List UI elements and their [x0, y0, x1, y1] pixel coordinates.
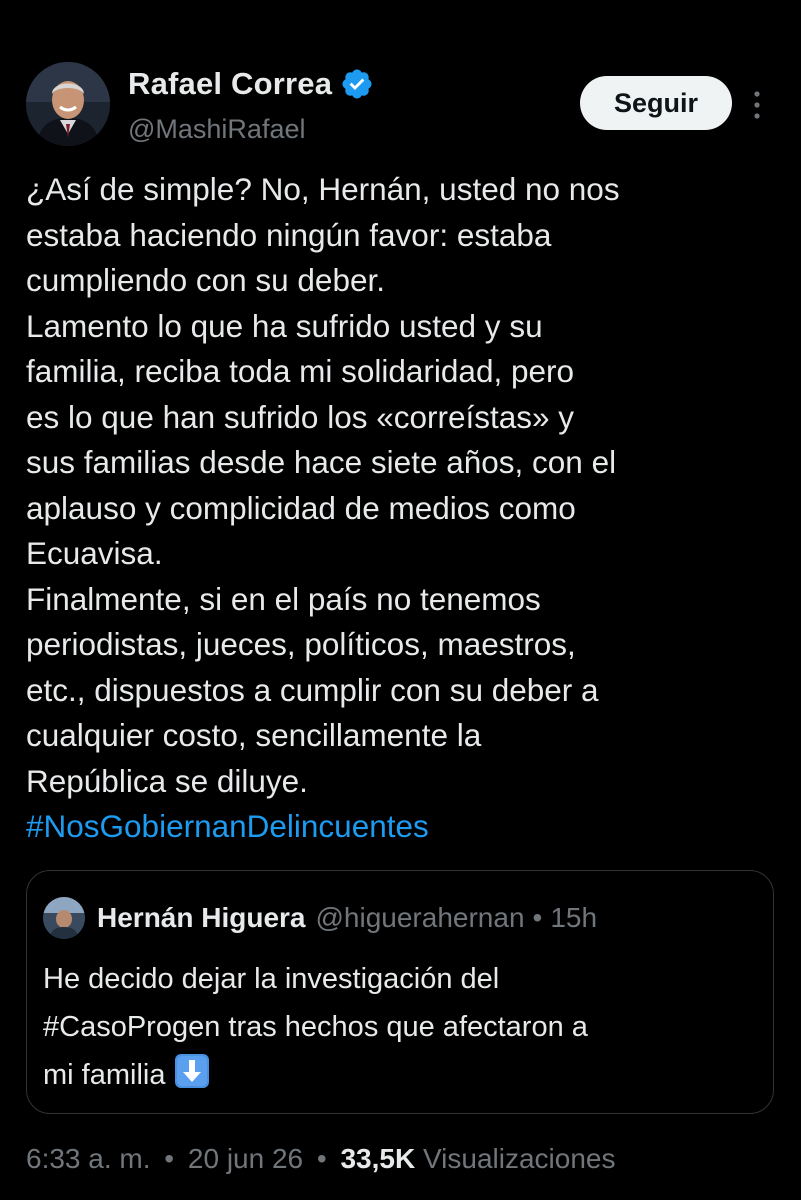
- tweet-text-line: Finalmente, si en el país no tenemos: [26, 580, 541, 617]
- separator-dot: •: [532, 902, 543, 933]
- quoted-author-avatar[interactable]: [43, 897, 85, 939]
- tweet-text: ¿Así de simple? No, Hernán, usted no nos…: [26, 167, 786, 850]
- tweet-header: Rafael Correa @MashiRafael Seguir: [26, 60, 776, 150]
- quoted-avatar-photo: [43, 897, 85, 939]
- tweet-text-line: familia, reciba toda mi solidaridad, per…: [26, 353, 575, 389]
- tweet-text-line: cualquier costo, sencillamente la: [26, 717, 482, 753]
- tweet-text-line: es lo que han sufrido los «correístas» y: [26, 398, 575, 435]
- verified-badge-icon[interactable]: [340, 67, 374, 101]
- author-handle[interactable]: @MashiRafael: [128, 114, 305, 145]
- follow-button[interactable]: Seguir: [580, 76, 732, 130]
- author-avatar[interactable]: [26, 62, 110, 146]
- quoted-handle[interactable]: @higuerahernan: [316, 902, 525, 934]
- views-label: Visualizaciones: [422, 1143, 616, 1174]
- quoted-text-line: #CasoProgen tras hechos que afectaron a: [43, 1011, 588, 1043]
- display-name-row: Rafael Correa: [128, 66, 374, 102]
- quoted-tweet-card[interactable]: Hernán Higuera @higuerahernan • 15h He d…: [26, 870, 774, 1114]
- tweet-text-line: cumpliendo con su deber.: [26, 262, 385, 298]
- separator-dot: •: [316, 1143, 327, 1174]
- hashtag-link[interactable]: #NosGobiernanDelincuentes: [26, 808, 429, 844]
- tweet-meta: 6:33 a. m. • 20 jun 26 • 33,5K Visualiza…: [26, 1143, 615, 1175]
- quoted-display-name[interactable]: Hernán Higuera: [97, 902, 306, 934]
- quoted-text-line: mi familia: [43, 1059, 166, 1091]
- more-options-icon[interactable]: [748, 88, 766, 122]
- quoted-tweet-header: Hernán Higuera @higuerahernan • 15h: [43, 897, 597, 939]
- quoted-timestamp[interactable]: 15h: [550, 902, 597, 934]
- tweet-text-line: periodistas, jueces, políticos, maestros…: [26, 626, 576, 662]
- tweet-text-line: aplauso y complicidad de medios como: [26, 489, 576, 526]
- tweet-detail: Rafael Correa @MashiRafael Seguir ¿Así d…: [0, 0, 801, 1200]
- avatar-photo: [26, 62, 110, 146]
- tweet-text-line: sus familias desde hace siete años, con …: [26, 444, 617, 480]
- tweet-text-line: estaba haciendo ningún favor: estaba: [26, 216, 552, 253]
- arrow-down-emoji-icon: [174, 1053, 210, 1089]
- views-count[interactable]: 33,5K: [340, 1143, 415, 1174]
- tweet-date[interactable]: 20 jun 26: [188, 1143, 303, 1174]
- tweet-text-line: ¿Así de simple? No, Hernán, usted no nos: [26, 171, 620, 207]
- author-display-name[interactable]: Rafael Correa: [128, 66, 332, 102]
- quoted-tweet-text: He decido dejar la investigación del #Ca…: [43, 955, 763, 1099]
- tweet-time[interactable]: 6:33 a. m.: [26, 1143, 151, 1174]
- tweet-text-line: Lamento lo que ha sufrido usted y su: [26, 307, 543, 344]
- tweet-text-line: República se diluye.: [26, 762, 308, 799]
- separator-dot: •: [164, 1143, 175, 1174]
- tweet-text-line: Ecuavisa.: [26, 535, 163, 571]
- tweet-text-line: etc., dispuestos a cumplir con su deber …: [26, 671, 599, 708]
- quoted-text-line: He decido dejar la investigación del: [43, 963, 500, 995]
